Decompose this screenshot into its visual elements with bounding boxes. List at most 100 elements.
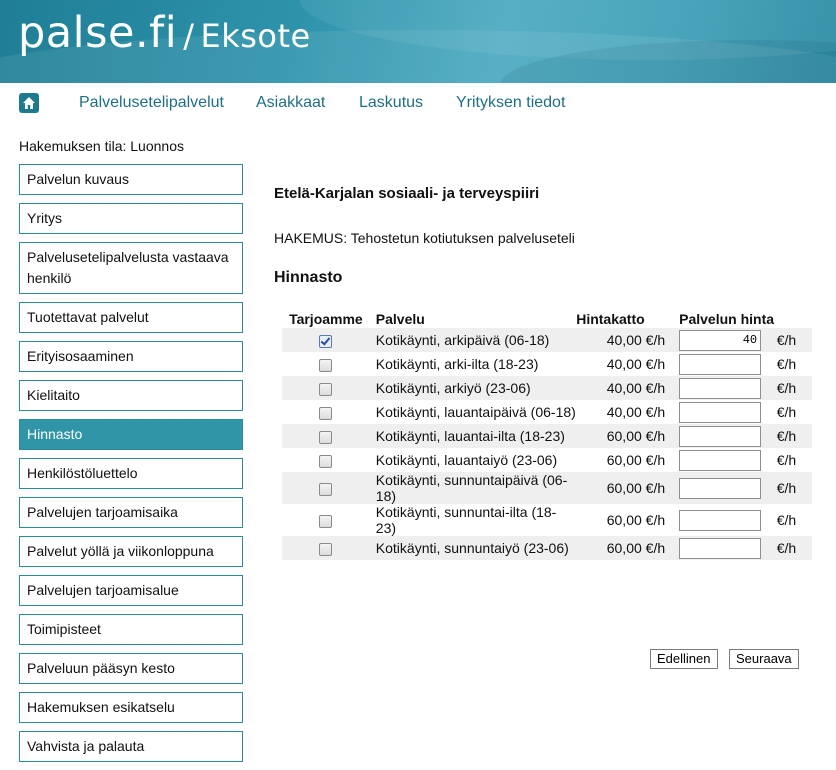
offer-cell [282, 376, 370, 400]
header-service-price: Palvelun hinta [679, 310, 775, 327]
offer-checkbox[interactable] [319, 482, 333, 496]
sidebar-item-yritys[interactable]: Yritys [19, 203, 243, 234]
service-name: Kotikäynti, sunnuntaiyö (23-06) [369, 536, 577, 560]
offer-checkbox[interactable] [319, 406, 333, 420]
service-name: Kotikäynti, lauantaiyö (23-06) [369, 448, 577, 472]
sidebar-item-erityisosaaminen[interactable]: Erityisosaaminen [19, 341, 243, 372]
price-input[interactable] [679, 377, 762, 399]
offer-cell [282, 448, 370, 472]
sidebar-item-yolla-viikonloppuna[interactable]: Palvelut yöllä ja viikonloppuna [19, 536, 243, 567]
offer-cell [282, 424, 370, 448]
sidebar-item-kielitaito[interactable]: Kielitaito [19, 380, 243, 411]
next-button[interactable]: Seuraava [729, 649, 799, 669]
price-unit: €/h [772, 424, 812, 448]
home-button[interactable] [19, 93, 39, 113]
previous-button[interactable]: Edellinen [650, 649, 718, 669]
price-unit: €/h [772, 328, 812, 352]
price-input-cell [679, 472, 773, 504]
price-input[interactable] [679, 425, 762, 447]
header-offer: Tarjoamme [289, 310, 363, 327]
sidebar-item-vastaava-henkilo[interactable]: Palvelusetelipalvelusta vastaava henkilö [19, 242, 243, 294]
price-input-cell [679, 424, 773, 448]
price-input[interactable] [679, 401, 762, 423]
price-input-cell [679, 328, 773, 352]
table-row: Kotikäynti, sunnuntai-ilta (18-23) 60,00 … [282, 504, 812, 536]
sidebar-item-paasyn-kesto[interactable]: Palveluun pääsyn kesto [19, 653, 243, 684]
sidebar-item-tarjoamisaika[interactable]: Palvelujen tarjoamisaika [19, 497, 243, 528]
price-input-cell [679, 536, 773, 560]
price-input-cell [679, 376, 773, 400]
table-row: Kotikäynti, arki-ilta (18-23) 40,00 €/h €/… [282, 352, 812, 376]
price-cap: 60,00 €/h [576, 424, 680, 448]
price-input[interactable] [679, 537, 762, 559]
offer-cell [282, 472, 370, 504]
service-name: Kotikäynti, arki-ilta (18-23) [369, 352, 577, 376]
sidebar-item-henkilostoluettelo[interactable]: Henkilöstöluettelo [19, 458, 243, 489]
price-unit: €/h [772, 536, 812, 560]
application-status: Hakemuksen tila: Luonnos [19, 138, 184, 154]
sidebar-item-vahvista-palauta[interactable]: Vahvista ja palauta [19, 731, 243, 762]
table-row: Kotikäynti, lauantai-ilta (18-23) 60,00 €… [282, 424, 812, 448]
offer-checkbox[interactable] [319, 514, 333, 528]
price-input[interactable] [679, 353, 762, 375]
site-logo[interactable]: palse.fi / Eksote [18, 8, 311, 58]
table-row: Kotikäynti, lauantaiyö (23-06) 60,00 €/h €… [282, 448, 812, 472]
header-price-cap: Hintakatto [576, 310, 645, 327]
sidebar-item-tuotettavat-palvelut[interactable]: Tuotettavat palvelut [19, 302, 243, 333]
logo-org: Eksote [200, 17, 311, 55]
header-banner: palse.fi / Eksote [0, 0, 836, 83]
nav-palvelusetelipalvelut[interactable]: Palvelusetelipalvelut [79, 94, 224, 112]
offer-checkbox[interactable] [319, 382, 333, 396]
price-unit: €/h [772, 376, 812, 400]
price-cap: 40,00 €/h [576, 376, 680, 400]
price-cap: 40,00 €/h [576, 352, 680, 376]
service-name: Kotikäynti, arkipäivä (06-18) [369, 328, 577, 352]
nav-asiakkaat[interactable]: Asiakkaat [256, 94, 325, 112]
price-input[interactable] [679, 449, 762, 471]
service-name: Kotikäynti, arkiyö (23-06) [369, 376, 577, 400]
sidebar-item-tarjoamisalue[interactable]: Palvelujen tarjoamisalue [19, 575, 243, 606]
price-input[interactable] [679, 477, 762, 499]
nav-laskutus[interactable]: Laskutus [359, 94, 423, 112]
service-name: Kotikäynti, sunnuntaipäivä (06-18) [369, 472, 577, 504]
service-name: Kotikäynti, sunnuntai-ilta (18-23) [369, 504, 577, 536]
price-cap: 60,00 €/h [576, 536, 680, 560]
home-icon [23, 97, 35, 109]
price-input-cell [679, 352, 773, 376]
sidebar-item-toimipisteet[interactable]: Toimipisteet [19, 614, 243, 645]
sidebar-item-hinnasto[interactable]: Hinnasto [19, 419, 243, 450]
offer-cell [282, 352, 370, 376]
offer-checkbox[interactable] [319, 454, 333, 468]
table-row: Kotikäynti, lauantaipäivä (06-18) 40,00 €… [282, 400, 812, 424]
price-input-cell [679, 448, 773, 472]
price-unit: €/h [772, 472, 812, 504]
offer-checkbox[interactable] [319, 334, 333, 348]
price-unit: €/h [772, 504, 812, 536]
table-row: Kotikäynti, sunnuntaiyö (23-06) 60,00 €/h… [282, 536, 812, 560]
offer-checkbox[interactable] [319, 542, 333, 556]
section-title: Hinnasto [274, 269, 343, 286]
price-cap: 60,00 €/h [576, 472, 680, 504]
table-header-row: Tarjoamme Palvelu Hintakatto Palvelun hi… [282, 309, 812, 328]
sidebar-item-esikatselu[interactable]: Hakemuksen esikatselu [19, 692, 243, 723]
offer-cell [282, 328, 370, 352]
price-cap: 40,00 €/h [576, 328, 680, 352]
sidebar: Palvelun kuvaus Yritys Palvelusetelipalv… [19, 164, 243, 770]
offer-checkbox[interactable] [319, 430, 333, 444]
price-cap: 40,00 €/h [576, 400, 680, 424]
price-rows: Kotikäynti, arkipäivä (06-18)40,00 €/h€/… [282, 328, 812, 560]
offer-checkbox[interactable] [319, 358, 333, 372]
price-unit: €/h [772, 448, 812, 472]
price-input[interactable] [679, 329, 762, 351]
price-unit: €/h [772, 400, 812, 424]
application-name: HAKEMUS: Tehostetun kotiutuksen palvelus… [274, 230, 575, 246]
sidebar-item-palvelun-kuvaus[interactable]: Palvelun kuvaus [19, 164, 243, 195]
offer-cell [282, 504, 370, 536]
nav-yrityksen-tiedot[interactable]: Yrityksen tiedot [456, 94, 565, 112]
price-input-cell [679, 504, 773, 536]
main-nav: Palvelusetelipalvelut Asiakkaat Laskutus… [19, 92, 819, 114]
price-input[interactable] [679, 509, 762, 531]
price-table: Tarjoamme Palvelu Hintakatto Palvelun hi… [282, 309, 812, 560]
price-input-cell [679, 400, 773, 424]
service-name: Kotikäynti, lauantaipäivä (06-18) [369, 400, 577, 424]
